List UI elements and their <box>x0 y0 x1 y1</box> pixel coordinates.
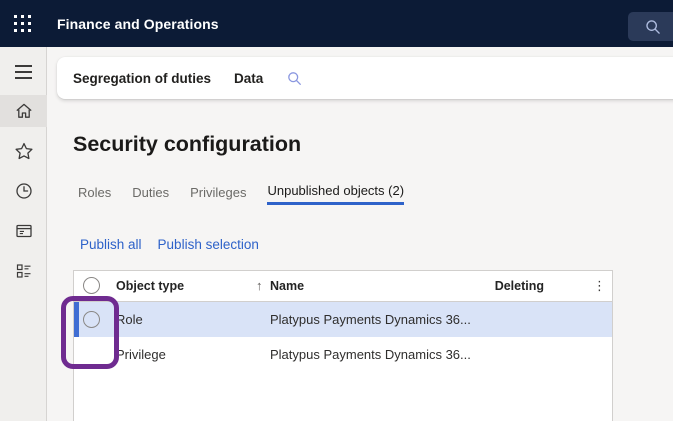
column-header-deleting[interactable]: Deleting <box>495 279 544 293</box>
star-icon <box>14 141 34 161</box>
unpublished-objects-table: Object type ↑ Name Deleting ⋮ Role Platy… <box>73 270 613 421</box>
top-search-button[interactable] <box>628 12 673 41</box>
search-icon <box>644 18 662 36</box>
table-row[interactable]: Role Platypus Payments Dynamics 36... <box>74 302 612 337</box>
cell-object-type: Privilege <box>116 347 166 362</box>
app-header: Finance and Operations <box>0 0 673 47</box>
sidebar-item-modules[interactable] <box>0 255 47 287</box>
column-header-name[interactable]: Name <box>270 279 304 293</box>
page-title: Security configuration <box>73 132 301 157</box>
sidebar-item-favorites[interactable] <box>0 135 47 167</box>
table-header-row: Object type ↑ Name Deleting ⋮ <box>74 271 612 302</box>
cell-object-type: Role <box>116 312 143 327</box>
tab-privileges[interactable]: Privileges <box>190 183 246 205</box>
action-bar: Publish all Publish selection <box>80 237 259 252</box>
workspaces-icon <box>14 221 34 241</box>
sidebar-item-home[interactable] <box>0 95 47 127</box>
sort-ascending-icon[interactable]: ↑ <box>256 278 263 293</box>
sidebar <box>0 47 47 421</box>
menu-search-button[interactable] <box>286 70 303 87</box>
more-options-icon[interactable]: ⋮ <box>593 278 606 294</box>
sidebar-item-recent[interactable] <box>0 175 47 207</box>
app-title: Finance and Operations <box>57 16 219 32</box>
select-all-checkbox[interactable] <box>83 277 100 294</box>
row-selection-accent <box>74 302 79 337</box>
modules-icon <box>14 261 34 281</box>
row-checkbox[interactable] <box>83 311 100 328</box>
hamburger-menu-icon <box>15 65 32 79</box>
table-row[interactable]: Privilege Platypus Payments Dynamics 36.… <box>74 337 612 372</box>
publish-selection-link[interactable]: Publish selection <box>158 237 259 252</box>
cell-name: Platypus Payments Dynamics 36... <box>270 347 471 362</box>
app-launcher-button[interactable] <box>0 0 44 47</box>
tab-bar: Roles Duties Privileges Unpublished obje… <box>78 183 404 205</box>
sidebar-item-workspaces[interactable] <box>0 215 47 247</box>
cell-name: Platypus Payments Dynamics 36... <box>270 312 471 327</box>
menu-bar: Segregation of duties Data <box>57 57 673 99</box>
clock-icon <box>14 181 34 201</box>
waffle-icon <box>14 15 31 32</box>
tab-duties[interactable]: Duties <box>132 183 169 205</box>
tab-roles[interactable]: Roles <box>78 183 111 205</box>
hamburger-menu-button[interactable] <box>0 57 47 87</box>
home-icon <box>14 101 34 121</box>
nav-item-data[interactable]: Data <box>234 71 263 86</box>
screen: Finance and Operations <box>0 0 673 421</box>
tab-unpublished-objects[interactable]: Unpublished objects (2) <box>267 183 404 205</box>
publish-all-link[interactable]: Publish all <box>80 237 142 252</box>
column-header-object-type[interactable]: Object type <box>116 279 184 293</box>
search-icon <box>286 70 303 87</box>
nav-item-segregation-of-duties[interactable]: Segregation of duties <box>73 71 211 86</box>
